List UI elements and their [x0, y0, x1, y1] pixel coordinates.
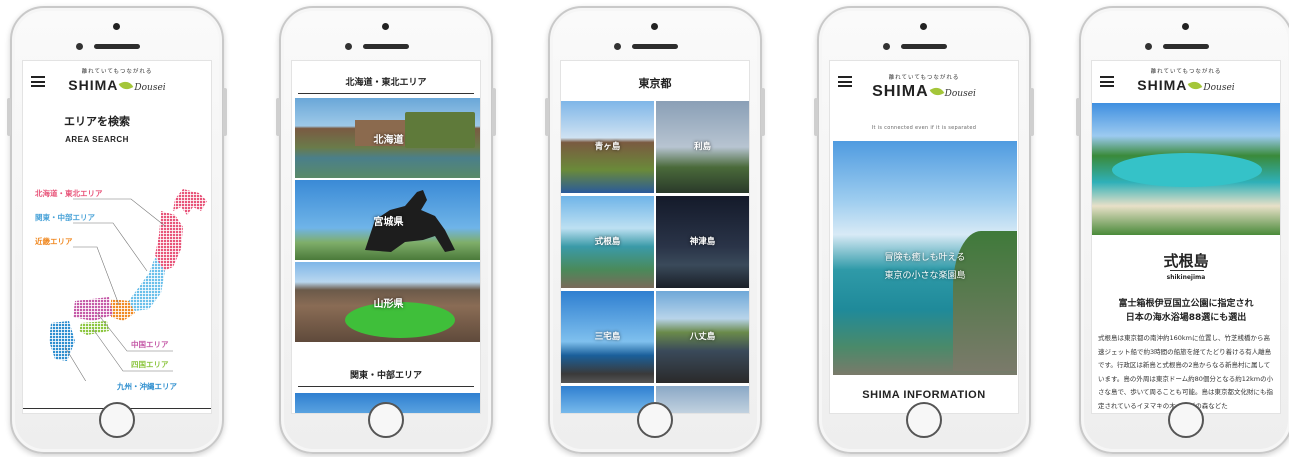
japan-map: 北海道・東北エリア 関東・中部エリア 近畿エリア 中国エリア 四国エリア 九州・…	[23, 171, 211, 391]
logo-script: Dousei	[134, 83, 166, 93]
hero-image: 冒険も癒しも叶える 東京の小さな楽園島	[833, 141, 1017, 375]
region-link-kinki[interactable]: 近畿エリア	[35, 236, 73, 247]
camera-dot	[920, 23, 927, 30]
island-tile-miyakejima[interactable]: 三宅島	[561, 291, 654, 383]
phone-tokyo-islands: 東京都 青ヶ島 利島 式根島 神津島 三宅島 八丈島	[545, 6, 765, 454]
front-sensor	[1145, 43, 1152, 50]
island-tile-toshima[interactable]: 利島	[656, 101, 749, 193]
prefecture-label: 北海道	[373, 135, 404, 146]
island-label: 式根島	[594, 237, 621, 247]
speaker-slot	[94, 44, 140, 49]
island-tile-shikinejima[interactable]: 式根島	[561, 196, 654, 288]
phone-area-search: 離れていてもつながれる SHIMA Dousei エリアを検索 AREA SEAR…	[7, 6, 227, 454]
headline-line: 日本の海水浴場88選にも選出	[1125, 313, 1247, 323]
screen: 離れていてもつながれる SHIMA Dousei 式根島 shikinejima …	[1091, 60, 1281, 414]
prefecture-label: 山形県	[373, 299, 404, 310]
region-link-kanto-chubu[interactable]: 関東・中部エリア	[35, 212, 95, 223]
leaf-icon	[929, 84, 944, 99]
speaker-slot	[632, 44, 678, 49]
title-underline	[1170, 270, 1204, 271]
site-logo[interactable]: 離れていてもつながれる SHIMA Dousei	[1092, 67, 1280, 94]
logo-tagline: 離れていてもつながれる	[81, 69, 153, 75]
front-sensor	[345, 43, 352, 50]
home-button[interactable]	[368, 402, 404, 438]
island-tile-kozushima[interactable]: 神津島	[656, 196, 749, 288]
camera-dot	[651, 23, 658, 30]
hero-line: 東京の小さな楽園島	[884, 271, 966, 281]
screen: 離れていてもつながれる SHIMA Dousei エリアを検索 AREA SEAR…	[22, 60, 212, 414]
island-title: 式根島	[1163, 252, 1209, 270]
site-logo[interactable]: 離れていてもつながれる SHIMA Dousei	[23, 67, 211, 94]
logo-name: SHIMA	[68, 77, 119, 93]
island-description: 式根島は東京都の南沖約160kmに位置し、竹芝桟橋から高速ジェット船で約3時間の…	[1098, 334, 1274, 410]
site-header: 離れていてもつながれる SHIMA Dousei	[23, 61, 211, 105]
logo-name: SHIMA	[1137, 77, 1188, 93]
region-link-hokkaido-tohoku[interactable]: 北海道・東北エリア	[35, 188, 103, 199]
island-tile-hachijojima[interactable]: 八丈島	[656, 291, 749, 383]
prefecture-tile-miyagi[interactable]: 宮城県	[295, 180, 480, 260]
region-link-chugoku[interactable]: 中国エリア	[131, 339, 169, 350]
section-title-kanto-chubu: 関東・中部エリア	[298, 342, 474, 387]
page-title: 東京都	[638, 77, 672, 90]
logo-name: SHIMA	[872, 83, 929, 100]
prefecture-tile-yamagata[interactable]: 山形県	[295, 262, 480, 342]
logo-tagline: 離れていてもつながれる	[888, 75, 960, 81]
section-title-hokkaido-tohoku: 北海道・東北エリア	[298, 61, 474, 94]
logo-tagline: 離れていてもつながれる	[1150, 69, 1222, 75]
island-label: 三宅島	[594, 332, 621, 342]
camera-dot	[113, 23, 120, 30]
hero-copy: 冒険も癒しも叶える 東京の小さな楽園島	[833, 249, 1017, 285]
leaf-icon	[1188, 78, 1203, 93]
island-tile-aogashima[interactable]: 青ヶ島	[561, 101, 654, 193]
site-header: 離れていてもつながれる SHIMA Dousei	[830, 61, 1018, 115]
island-grid: 青ヶ島 利島 式根島 神津島 三宅島 八丈島	[561, 101, 749, 413]
island-hero-image	[1092, 103, 1280, 235]
brand-caption: It is connected even if it is separated	[871, 125, 977, 131]
prefecture-label: 宮城県	[373, 217, 404, 228]
logo-script: Dousei	[944, 89, 976, 99]
island-romaji: shikinejima	[1166, 274, 1206, 281]
site-logo[interactable]: 離れていてもつながれる SHIMA Dousei	[830, 73, 1018, 101]
island-label: 利島	[693, 142, 711, 152]
front-sensor	[76, 43, 83, 50]
island-label: 青ヶ島	[594, 142, 621, 152]
camera-dot	[382, 23, 389, 30]
hero-line: 冒険も癒しも叶える	[884, 253, 966, 263]
logo-script: Dousei	[1203, 83, 1235, 93]
phone-home: 離れていてもつながれる SHIMA Dousei It is connected …	[814, 6, 1034, 454]
screen: 北海道・東北エリア 北海道 宮城県 山形県 関東・中部エリア	[291, 60, 481, 414]
screen: 東京都 青ヶ島 利島 式根島 神津島 三宅島 八丈島	[560, 60, 750, 414]
japan-map-graphic	[49, 189, 207, 381]
speaker-slot	[1163, 44, 1209, 49]
site-header: 離れていてもつながれる SHIMA Dousei	[1092, 61, 1280, 105]
section-title: SHIMA INFORMATION	[862, 389, 986, 401]
island-label: 八丈島	[689, 332, 716, 342]
speaker-slot	[363, 44, 409, 49]
page-title: エリアを検索	[64, 115, 130, 128]
screen: 離れていてもつながれる SHIMA Dousei It is connected …	[829, 60, 1019, 414]
lagoon	[1112, 153, 1262, 187]
leaf-icon	[119, 78, 134, 93]
home-button[interactable]	[1168, 402, 1204, 438]
front-sensor	[614, 43, 621, 50]
island-headline: 富士箱根伊豆国立公園に指定され 日本の海水浴場88選にも選出	[1092, 297, 1280, 325]
front-sensor	[883, 43, 890, 50]
region-link-shikoku[interactable]: 四国エリア	[131, 359, 169, 370]
speaker-slot	[901, 44, 947, 49]
phone-island-detail: 離れていてもつながれる SHIMA Dousei 式根島 shikinejima …	[1076, 6, 1289, 454]
home-button[interactable]	[99, 402, 135, 438]
prefecture-tile-hokkaido[interactable]: 北海道	[295, 98, 480, 178]
island-label: 神津島	[689, 237, 716, 247]
home-button[interactable]	[637, 402, 673, 438]
camera-dot	[1182, 23, 1189, 30]
page-subtitle: AREA SEARCH	[65, 135, 129, 144]
headline-line: 富士箱根伊豆国立公園に指定され	[1118, 299, 1254, 309]
phone-prefecture-list: 北海道・東北エリア 北海道 宮城県 山形県 関東・中部エリア	[276, 6, 496, 454]
home-button[interactable]	[906, 402, 942, 438]
mockup-stage: 離れていてもつながれる SHIMA Dousei エリアを検索 AREA SEAR…	[0, 0, 1289, 457]
region-link-kyushu-okinawa[interactable]: 九州・沖縄エリア	[117, 381, 177, 392]
